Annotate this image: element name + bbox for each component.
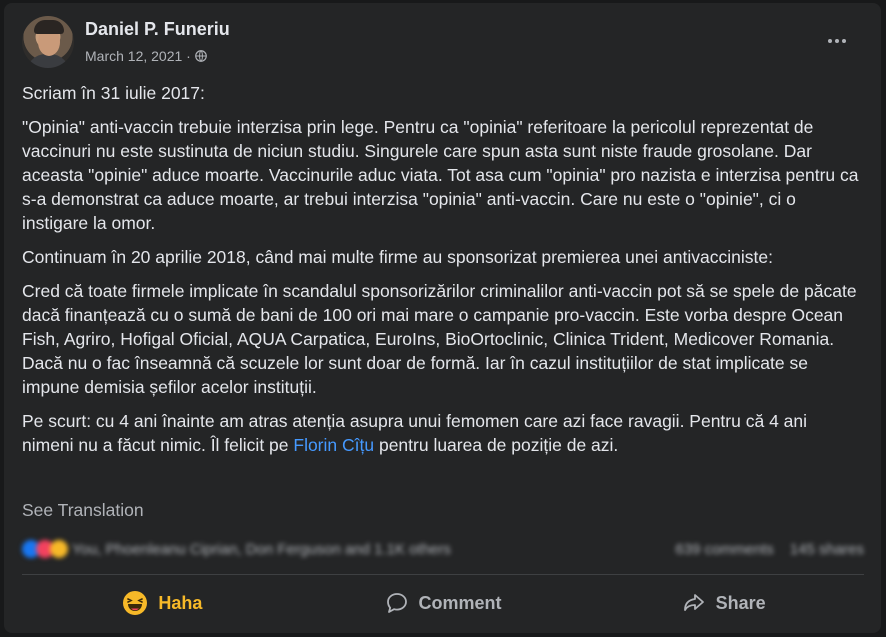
reaction-icons (22, 540, 68, 558)
paragraph: Cred că toate firmele implicate în scand… (22, 281, 857, 397)
haha-emoji-icon (123, 591, 148, 615)
dot-icon (828, 39, 832, 43)
haha-reaction-icon (50, 540, 68, 558)
see-translation-link[interactable]: See Translation (22, 500, 144, 521)
paragraph: Pe scurt: cu 4 ani înainte am atras aten… (22, 409, 862, 457)
globe-icon (194, 50, 207, 62)
share-icon (683, 594, 704, 611)
haha-label: Haha (158, 592, 203, 613)
post-text: Scriam în 31 iulie 2017: "Opinia" anti-v… (22, 81, 862, 467)
shares-count[interactable]: 145 shares (790, 541, 864, 558)
dot-icon (842, 39, 846, 43)
paragraph-text: pentru luarea de poziție de azi. (374, 435, 619, 455)
post-card: Daniel P. Funeriu March 12, 2021 · Scria… (4, 3, 881, 633)
avatar[interactable] (22, 16, 74, 68)
mention-link[interactable]: Florin Cîțu (293, 435, 374, 455)
share-button[interactable]: Share (583, 581, 864, 625)
reaction-summary[interactable]: You, Phoenleanu Ciprian, Don Ferguson an… (72, 541, 451, 558)
haha-button[interactable]: Haha (22, 581, 303, 625)
more-options-button[interactable] (819, 26, 855, 56)
comment-button[interactable]: Comment (303, 581, 584, 625)
comments-count[interactable]: 639 comments (675, 541, 773, 558)
comment-label: Comment (418, 592, 502, 613)
paragraph: Continuam în 20 aprilie 2018, când mai m… (22, 247, 773, 267)
action-bar: Haha Comment Share (22, 579, 864, 627)
divider (22, 574, 864, 575)
post-meta: March 12, 2021 · (85, 48, 207, 64)
reactions-row: You, Phoenleanu Ciprian, Don Ferguson an… (22, 536, 864, 562)
paragraph: Scriam în 31 iulie 2017: (22, 83, 205, 103)
reaction-summary-group[interactable]: You, Phoenleanu Ciprian, Don Ferguson an… (22, 540, 451, 558)
post-date[interactable]: March 12, 2021 · (85, 48, 191, 64)
comment-icon (386, 593, 407, 613)
author-name[interactable]: Daniel P. Funeriu (85, 19, 230, 40)
post-stats: 639 comments 145 shares (675, 541, 864, 558)
paragraph: "Opinia" anti-vaccin trebuie interzisa p… (22, 117, 859, 233)
share-label: Share (715, 592, 766, 613)
dot-icon (835, 39, 839, 43)
